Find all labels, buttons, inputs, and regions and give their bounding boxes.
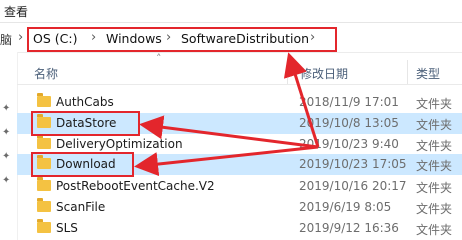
address-truncated-text: 脑 (0, 33, 13, 47)
file-date: 2019/9/12 16:36 (299, 221, 399, 235)
pin-icon[interactable]: ✦ (2, 128, 10, 138)
column-divider[interactable] (287, 60, 288, 84)
chevron-right-icon[interactable]: › (18, 30, 23, 45)
file-type: 文件夹 (416, 118, 453, 132)
column-divider[interactable] (407, 60, 408, 84)
menu-bar: 查看 (0, 0, 462, 23)
file-type: 文件夹 (416, 223, 453, 237)
file-date: 2019/6/19 8:05 (299, 200, 392, 214)
file-date: 2019/10/16 20:17 (299, 179, 407, 193)
menu-view[interactable]: 查看 (4, 3, 28, 20)
folder-icon (37, 93, 51, 107)
sort-up-icon: ˄ (156, 52, 162, 65)
file-name: ScanFile (56, 200, 106, 214)
table-row[interactable]: AuthCabs 2018/11/9 17:01 文件夹 (17, 92, 462, 113)
file-name: PostRebootEventCache.V2 (56, 179, 215, 193)
file-type: 文件夹 (416, 159, 453, 173)
column-name[interactable]: 名称 (34, 65, 58, 82)
folder-icon (37, 177, 51, 191)
address-highlight-box (27, 27, 337, 52)
column-type[interactable]: 类型 (416, 65, 440, 82)
pin-icon[interactable]: ✦ (2, 152, 10, 162)
column-date[interactable]: 修改日期 (300, 65, 348, 82)
column-header: ˄ 名称 修改日期 类型 (17, 52, 462, 85)
file-type: 文件夹 (416, 202, 453, 216)
file-date: 2019/10/23 9:40 (299, 137, 399, 151)
file-name: DeliveryOptimization (56, 137, 183, 151)
folder-icon (37, 135, 51, 149)
datastore-highlight-box (31, 111, 140, 136)
file-date: 2019/10/23 17:05 (299, 157, 407, 171)
navigation-pane: ✦ ✦ ✦ ✦ (0, 52, 18, 240)
file-type: 文件夹 (416, 97, 453, 111)
table-row[interactable]: SLS 2019/9/12 16:36 文件夹 (17, 218, 462, 239)
pin-icon[interactable]: ✦ (2, 176, 10, 186)
file-name: SLS (56, 221, 78, 235)
folder-icon (37, 198, 51, 212)
file-type: 文件夹 (416, 181, 453, 195)
table-row[interactable]: PostRebootEventCache.V2 2019/10/16 20:17… (17, 176, 462, 197)
download-highlight-box (31, 152, 134, 177)
file-type: 文件夹 (416, 139, 453, 153)
file-name: AuthCabs (56, 95, 114, 109)
folder-icon (37, 219, 51, 233)
file-date: 2019/10/8 13:05 (299, 116, 399, 130)
table-row[interactable]: ScanFile 2019/6/19 8:05 文件夹 (17, 197, 462, 218)
pin-icon[interactable]: ✦ (2, 104, 10, 114)
file-date: 2018/11/9 17:01 (299, 95, 399, 109)
